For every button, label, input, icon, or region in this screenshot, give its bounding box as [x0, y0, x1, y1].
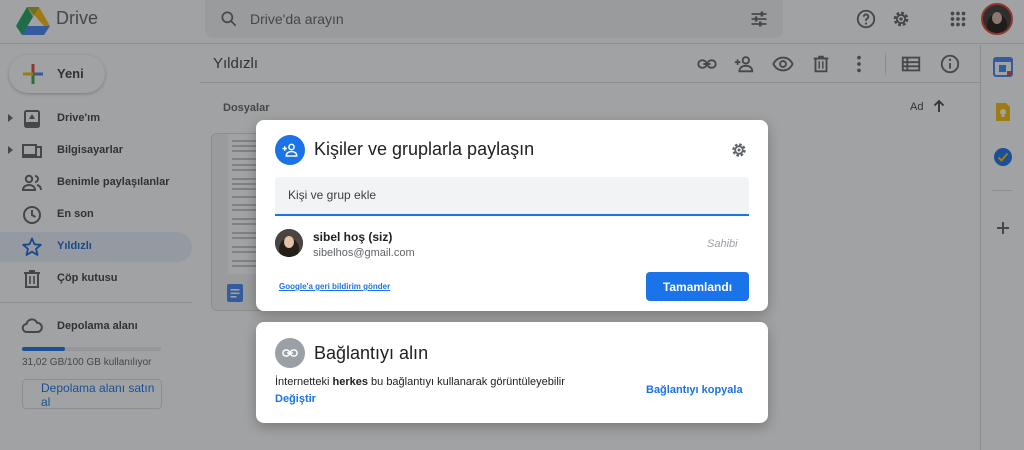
change-access-link[interactable]: Değiştir	[275, 393, 316, 405]
send-feedback-link[interactable]: Google'a geri bildirim gönder	[279, 282, 390, 291]
person-role: Sahibi	[707, 238, 738, 250]
person-email: sibelhos@gmail.com	[313, 247, 415, 259]
share-person-add-icon	[275, 135, 305, 165]
access-desc-prefix: İnternetteki	[275, 376, 333, 388]
person-avatar	[275, 229, 303, 257]
access-desc-audience: herkes	[332, 376, 368, 388]
add-people-input[interactable]	[288, 188, 728, 202]
person-row: sibel hoş (siz) sibelhos@gmail.com Sahib…	[275, 228, 749, 268]
link-access-description: İnternetteki herkes bu bağlantıyı kullan…	[275, 376, 565, 388]
done-button-label: Tamamlandı	[662, 280, 733, 294]
dialog-title: Kişiler ve gruplarla paylaşın	[314, 139, 535, 159]
get-link-dialog: Bağlantıyı alın İnternetteki herkes bu b…	[256, 322, 768, 423]
access-desc-suffix: bu bağlantıyı kullanarak görüntüleyebili…	[367, 376, 565, 388]
person-name: sibel hoş (siz)	[313, 230, 393, 244]
share-dialog: Kişiler ve gruplarla paylaşın sibel hoş …	[256, 120, 768, 311]
add-people-field[interactable]	[275, 177, 749, 216]
done-button[interactable]: Tamamlandı	[646, 272, 749, 301]
avatar-photo-icon	[275, 229, 303, 257]
sharing-settings-gear-icon[interactable]	[729, 140, 749, 160]
copy-link-button[interactable]: Bağlantıyı kopyala	[646, 384, 743, 396]
link-dialog-title: Bağlantıyı alın	[314, 343, 429, 363]
link-icon	[275, 338, 305, 368]
